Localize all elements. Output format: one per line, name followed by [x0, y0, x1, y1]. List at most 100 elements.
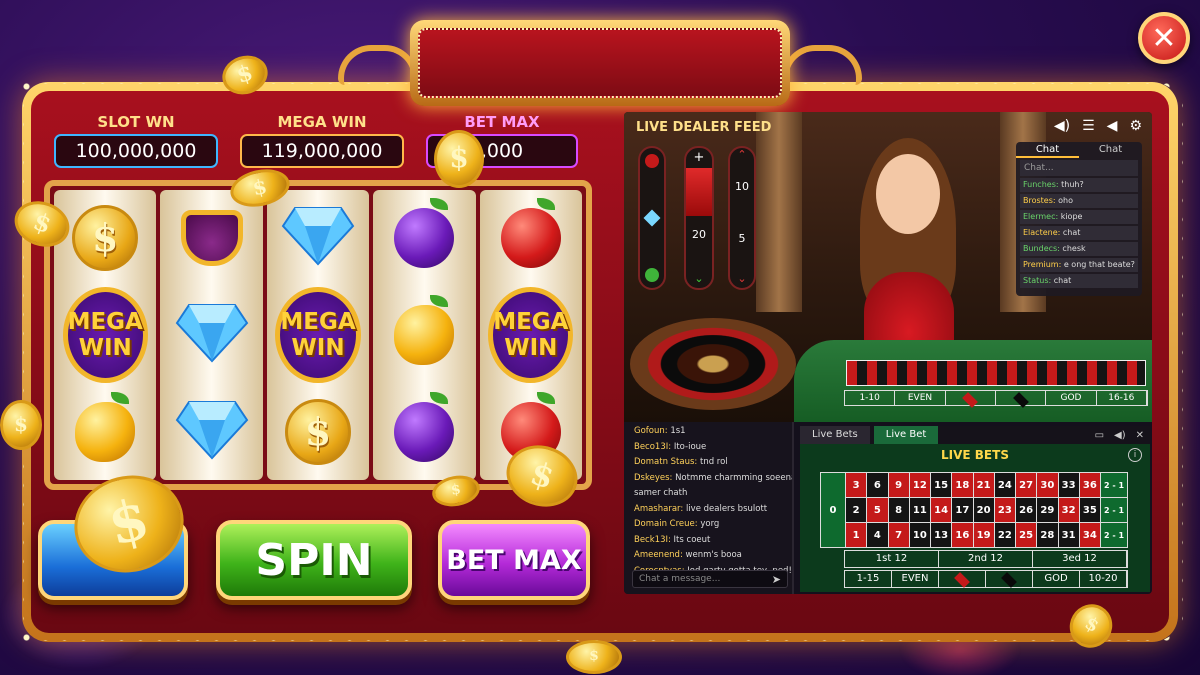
chat-message: samer chath	[624, 486, 792, 502]
tab-live-bets[interactable]: Live Bets	[800, 426, 870, 444]
roulette-number[interactable]: 31	[1058, 523, 1079, 547]
level-bar[interactable]: ⌃ 10 5 ⌄	[728, 146, 756, 290]
roulette-zero[interactable]: 0	[821, 473, 845, 547]
roulette-number[interactable]: 34	[1079, 523, 1100, 547]
tab-chat[interactable]: Chat	[1016, 142, 1079, 158]
roulette-number[interactable]: 25	[1016, 523, 1037, 547]
lemon-icon	[75, 391, 136, 462]
mega-win-text: WIN	[504, 334, 558, 361]
roulette-number[interactable]: 16	[952, 523, 973, 547]
roulette-number[interactable]: 3	[846, 473, 867, 497]
roulette-number[interactable]: 18	[952, 473, 973, 497]
roulette-number[interactable]: 10	[909, 523, 930, 547]
chat-message: Premium: e ong that beate?	[1020, 258, 1138, 272]
roulette-number[interactable]: 28	[1037, 523, 1058, 547]
dozen-bet[interactable]: 2nd 12	[939, 551, 1033, 567]
roulette-number[interactable]: 13	[931, 523, 952, 547]
chat-text: Its coeut	[670, 534, 711, 545]
outside-bet[interactable]: 10-20	[1080, 571, 1127, 587]
roulette-number[interactable]: 19	[973, 523, 994, 547]
roulette-number[interactable]: 33	[1058, 473, 1079, 497]
roulette-number[interactable]: 32	[1058, 498, 1079, 522]
dozen-bet[interactable]: 1st 12	[845, 551, 939, 567]
chat-user: Beco13I:	[634, 441, 672, 452]
message-input[interactable]: Chat a message... ➤	[632, 570, 788, 588]
roulette-number[interactable]: 24	[994, 473, 1015, 497]
settings-sliders-icon[interactable]: ☰	[1082, 118, 1095, 134]
tab-chat-2[interactable]: Chat	[1079, 142, 1142, 158]
red-level-bar[interactable]: + 20 ⌄	[684, 146, 714, 290]
chat-user: Status:	[1023, 276, 1052, 285]
chat-text: chat	[1051, 276, 1072, 285]
roulette-number[interactable]: 22	[994, 523, 1015, 547]
close-icon[interactable]: ✕	[1136, 430, 1144, 441]
roulette-number[interactable]: 8	[888, 498, 909, 522]
close-button[interactable]: ✕	[1138, 12, 1190, 64]
chat-message: Amasharar: live dealers bsulott	[624, 502, 792, 518]
chat-input[interactable]: Chat...	[1020, 160, 1138, 176]
spin-button[interactable]: SPIN	[216, 520, 412, 600]
roulette-number[interactable]: 11	[909, 498, 930, 522]
apple-symbol	[493, 198, 569, 276]
screen-icon[interactable]: ▭	[1095, 430, 1104, 441]
chat-user: Ameenend:	[634, 550, 683, 560]
roulette-number[interactable]: 4	[867, 523, 888, 547]
chat-user: Funches:	[1023, 180, 1059, 189]
chip-bar[interactable]	[638, 146, 666, 290]
roulette-number[interactable]: 36	[1079, 473, 1100, 497]
roulette-number[interactable]: 6	[867, 473, 888, 497]
roulette-number[interactable]: 17	[952, 498, 973, 522]
lemon-symbol	[67, 391, 143, 470]
lower-chat: Gofoun: 1s1 Beco13I: Ito-ioue Domatn Staus…	[624, 422, 794, 594]
outside-bet[interactable]	[986, 571, 1033, 588]
info-icon[interactable]: i	[1128, 448, 1142, 462]
gear-icon[interactable]: ⚙	[1129, 118, 1142, 134]
roulette-number[interactable]: 26	[1016, 498, 1037, 522]
roulette-number[interactable]: 14	[931, 498, 952, 522]
chat-text: tnd rol	[697, 457, 728, 467]
reels: $ MEGA WIN MEGA WIN $ MEGA WIN	[44, 180, 592, 490]
send-icon[interactable]: ➤	[772, 572, 781, 588]
roulette-number[interactable]: 27	[1016, 473, 1037, 497]
outside-bet[interactable]: GOD	[1033, 571, 1080, 587]
column-bet[interactable]: 2 - 1	[1101, 498, 1127, 522]
volume-icon[interactable]: ◀)	[1114, 430, 1126, 441]
roulette-number[interactable]: 1	[846, 523, 867, 547]
roulette-number[interactable]: 29	[1037, 498, 1058, 522]
roulette-number[interactable]: 5	[867, 498, 888, 522]
outside-bet[interactable]	[939, 571, 986, 588]
chat-text: thuh?	[1058, 180, 1084, 189]
volume-icon[interactable]: ◀)	[1054, 118, 1070, 134]
bet-max-button[interactable]: BET MAX	[438, 520, 590, 600]
roulette-number[interactable]: 20	[973, 498, 994, 522]
ornament-right	[782, 45, 862, 85]
gold-coin-icon: $	[0, 400, 42, 450]
dozen-bet[interactable]: 3ed 12	[1033, 551, 1127, 567]
top-banner	[410, 20, 790, 106]
roulette-number[interactable]: 15	[931, 473, 952, 497]
speaker-icon[interactable]: ◀	[1107, 118, 1118, 134]
chat-user: Bundecs:	[1023, 244, 1060, 253]
roulette-number[interactable]: 7	[888, 523, 909, 547]
column-bet[interactable]: 2 - 1	[1101, 473, 1127, 497]
bar-value: 10	[735, 180, 749, 193]
mega-win-badge: MEGA WIN	[275, 286, 361, 383]
chat-text: oho	[1055, 196, 1073, 205]
roulette-number[interactable]: 35	[1079, 498, 1100, 522]
roulette-number[interactable]: 9	[888, 473, 909, 497]
plus-icon: +	[693, 150, 705, 165]
outside-bet[interactable]: EVEN	[892, 571, 939, 587]
tab-live-bet[interactable]: Live Bet	[873, 426, 939, 444]
reel	[373, 190, 476, 480]
column-bet[interactable]: 2 - 1	[1101, 523, 1127, 547]
mega-win-symbol: MEGA WIN	[275, 286, 361, 383]
table-number-strip	[846, 360, 1146, 386]
roulette-number[interactable]: 23	[994, 498, 1015, 522]
outside-bet[interactable]: 1-15	[845, 571, 892, 587]
dollar-coin-icon: $	[72, 205, 139, 272]
roulette-number[interactable]: 21	[973, 473, 994, 497]
roulette-number[interactable]: 2	[846, 498, 867, 522]
counter-label: SLOT WN	[97, 113, 175, 131]
roulette-number[interactable]: 12	[909, 473, 930, 497]
roulette-number[interactable]: 30	[1037, 473, 1058, 497]
